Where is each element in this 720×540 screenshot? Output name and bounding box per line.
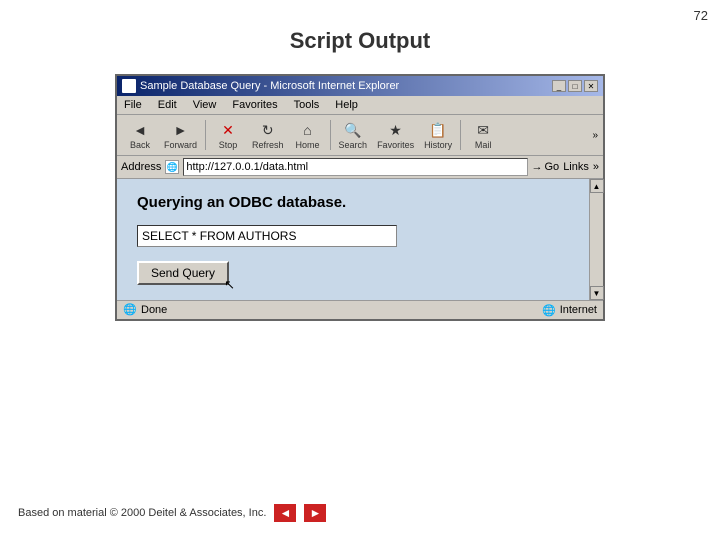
- status-globe-icon: 🌐: [542, 304, 556, 317]
- back-icon: ◄: [129, 120, 151, 140]
- page-icon: 🌐: [165, 160, 179, 174]
- next-button[interactable]: ►: [304, 504, 326, 522]
- mail-button[interactable]: ✉ Mail: [465, 118, 501, 152]
- copyright-text: Based on material © 2000 Deitel & Associ…: [18, 507, 266, 519]
- toolbar-sep-2: [330, 120, 331, 150]
- go-label: Go: [545, 161, 560, 173]
- status-text: Done: [141, 304, 167, 316]
- menu-help[interactable]: Help: [332, 98, 361, 112]
- browser-icon: [122, 79, 136, 93]
- query-input[interactable]: SELECT * FROM AUTHORS: [137, 225, 397, 247]
- close-button[interactable]: ✕: [584, 80, 598, 92]
- status-zone-text: Internet: [560, 304, 597, 316]
- refresh-icon: ↻: [257, 120, 279, 140]
- forward-button[interactable]: ► Forward: [160, 118, 201, 152]
- title-bar-left: Sample Database Query - Microsoft Intern…: [122, 79, 399, 93]
- status-icon: 🌐: [123, 303, 137, 317]
- status-left: 🌐 Done: [123, 303, 167, 317]
- scroll-down-button[interactable]: ▼: [590, 286, 604, 300]
- status-right: 🌐 Internet: [542, 304, 597, 317]
- send-query-container: Send Query ↖: [137, 261, 229, 285]
- search-label: Search: [339, 140, 368, 150]
- toolbar-more[interactable]: »: [592, 130, 598, 141]
- refresh-button[interactable]: ↻ Refresh: [248, 118, 288, 152]
- menu-favorites[interactable]: Favorites: [229, 98, 280, 112]
- address-input[interactable]: http://127.0.0.1/data.html: [183, 158, 527, 176]
- status-bar: 🌐 Done 🌐 Internet: [117, 300, 603, 319]
- footer: Based on material © 2000 Deitel & Associ…: [18, 504, 326, 522]
- address-bar: Address 🌐 http://127.0.0.1/data.html → G…: [117, 156, 603, 179]
- links-chevron: »: [593, 161, 599, 173]
- forward-label: Forward: [164, 140, 197, 150]
- history-icon: 📋: [427, 120, 449, 140]
- toolbar-sep-1: [205, 120, 206, 150]
- home-label: Home: [296, 140, 320, 150]
- title-bar: Sample Database Query - Microsoft Intern…: [117, 76, 603, 96]
- back-label: Back: [130, 140, 150, 150]
- content-heading: Querying an ODBC database.: [137, 194, 583, 211]
- browser-window: Sample Database Query - Microsoft Intern…: [115, 74, 605, 321]
- content-wrapper: Querying an ODBC database. SELECT * FROM…: [117, 179, 603, 300]
- stop-label: Stop: [219, 140, 238, 150]
- refresh-label: Refresh: [252, 140, 284, 150]
- stop-icon: ✕: [217, 120, 239, 140]
- slide-title: Script Output: [0, 0, 720, 54]
- go-arrow: →: [532, 161, 543, 173]
- home-button[interactable]: ⌂ Home: [290, 118, 326, 152]
- favorites-icon: ★: [385, 120, 407, 140]
- maximize-button[interactable]: □: [568, 80, 582, 92]
- go-button[interactable]: → Go: [532, 161, 560, 173]
- back-button[interactable]: ◄ Back: [122, 118, 158, 152]
- favorites-label: Favorites: [377, 140, 414, 150]
- mail-label: Mail: [475, 140, 492, 150]
- prev-button[interactable]: ◄: [274, 504, 296, 522]
- toolbar-sep-3: [460, 120, 461, 150]
- mail-icon: ✉: [472, 120, 494, 140]
- minimize-button[interactable]: _: [552, 80, 566, 92]
- links-label[interactable]: Links: [563, 161, 589, 173]
- address-label: Address: [121, 161, 161, 173]
- menu-bar: File Edit View Favorites Tools Help: [117, 96, 603, 115]
- title-bar-text: Sample Database Query - Microsoft Intern…: [140, 80, 399, 92]
- menu-tools[interactable]: Tools: [291, 98, 323, 112]
- content-area: Querying an ODBC database. SELECT * FROM…: [117, 179, 603, 300]
- stop-button[interactable]: ✕ Stop: [210, 118, 246, 152]
- scrollbar[interactable]: ▲ ▼: [589, 179, 603, 300]
- page-number: 72: [694, 8, 708, 23]
- search-button[interactable]: 🔍 Search: [335, 118, 372, 152]
- forward-icon: ►: [170, 120, 192, 140]
- history-button[interactable]: 📋 History: [420, 118, 456, 152]
- favorites-button[interactable]: ★ Favorites: [373, 118, 418, 152]
- send-query-button[interactable]: Send Query: [137, 261, 229, 285]
- menu-view[interactable]: View: [190, 98, 220, 112]
- history-label: History: [424, 140, 452, 150]
- home-icon: ⌂: [297, 120, 319, 140]
- menu-edit[interactable]: Edit: [155, 98, 180, 112]
- menu-file[interactable]: File: [121, 98, 145, 112]
- toolbar: ◄ Back ► Forward ✕ Stop ↻ Refresh ⌂ Home…: [117, 115, 603, 156]
- search-icon: 🔍: [342, 120, 364, 140]
- title-bar-buttons: _ □ ✕: [552, 80, 598, 92]
- scroll-up-button[interactable]: ▲: [590, 179, 604, 193]
